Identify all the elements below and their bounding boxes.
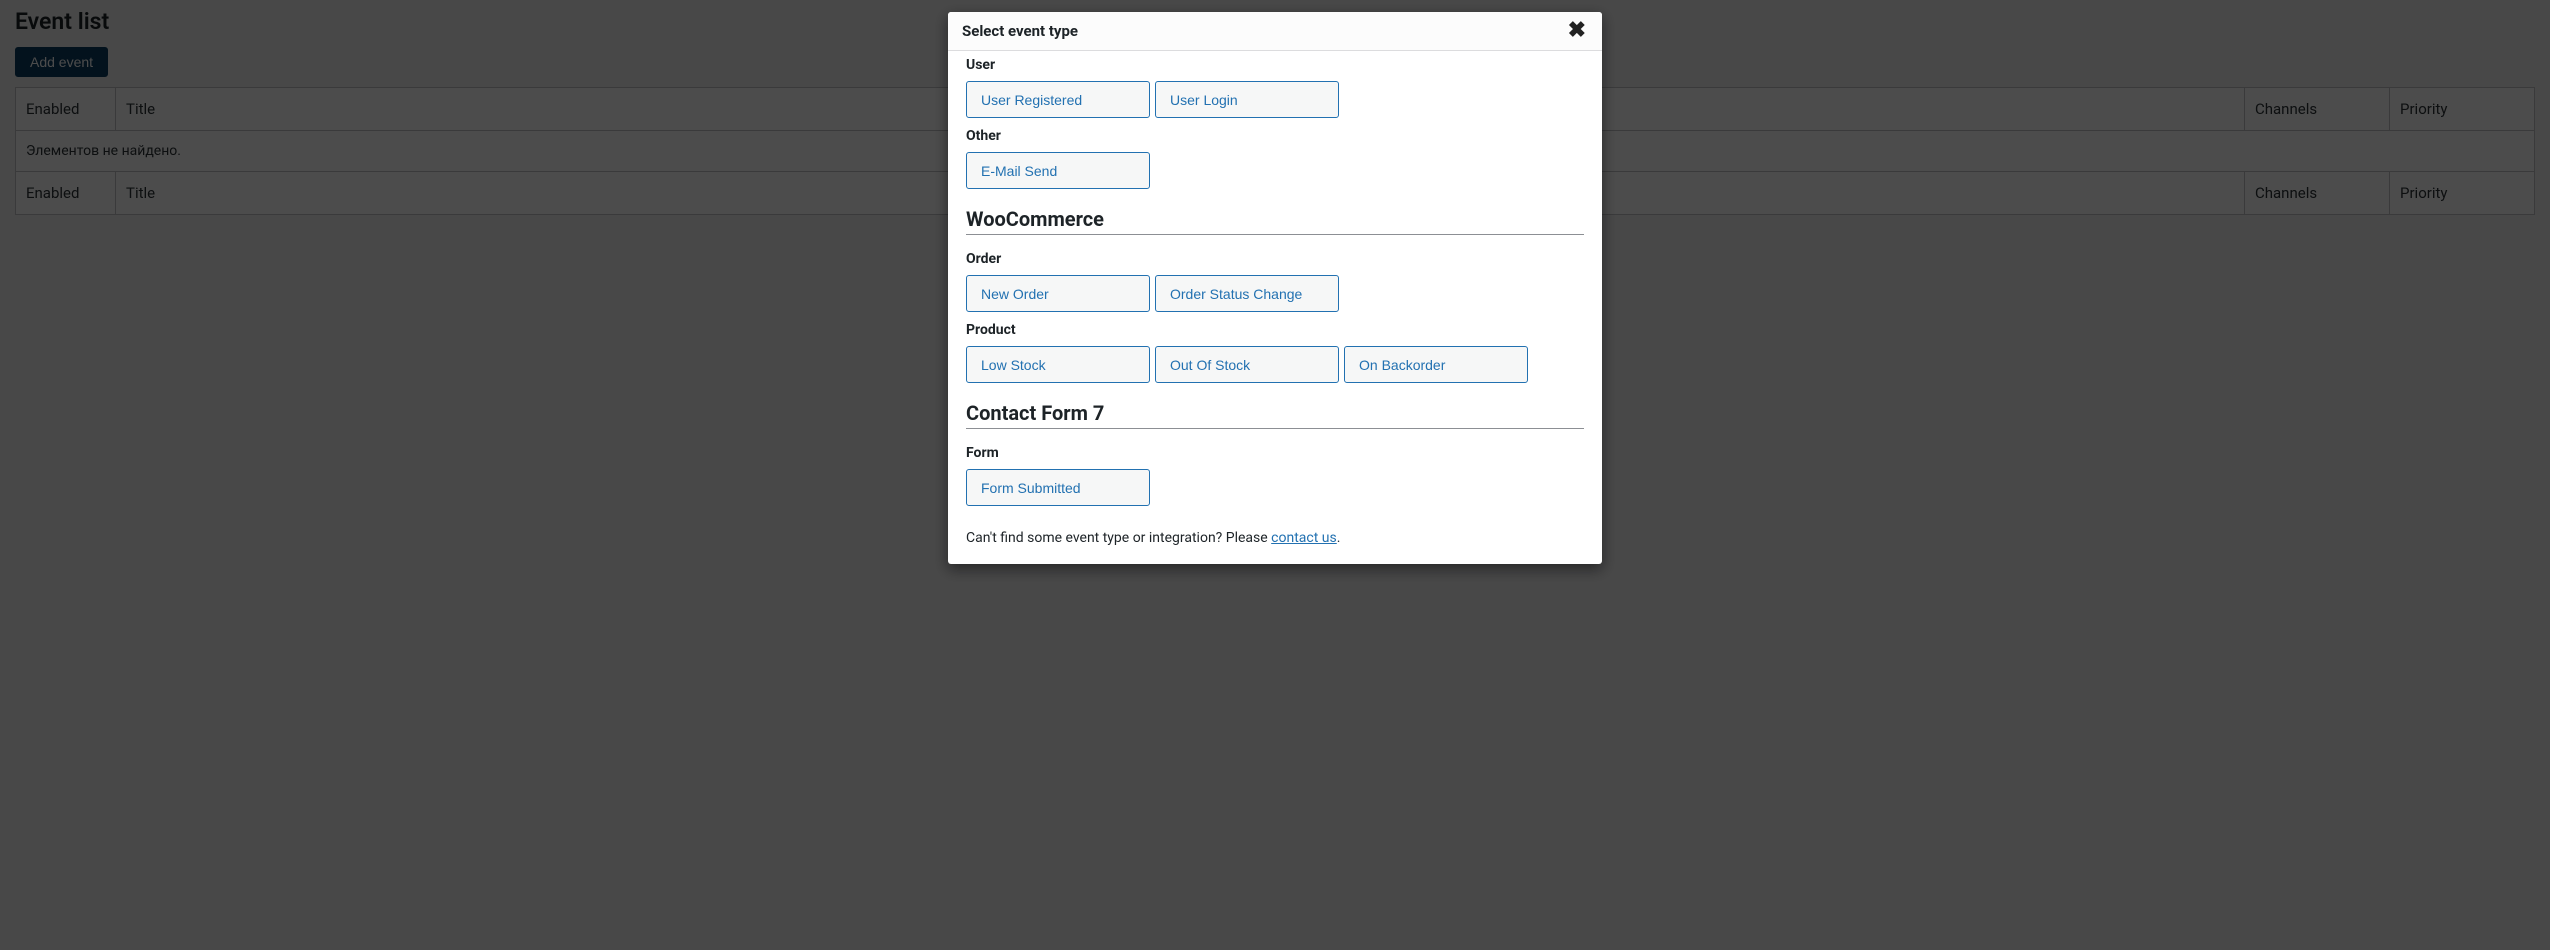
event-type-out-of-stock[interactable]: Out Of Stock bbox=[1155, 346, 1339, 383]
event-button-row: New OrderOrder Status Change bbox=[966, 275, 1584, 312]
event-type-e-mail-send[interactable]: E-Mail Send bbox=[966, 152, 1150, 189]
contact-us-link[interactable]: contact us bbox=[1271, 530, 1337, 546]
event-type-modal: Select event type ✖ User User RegisteredU… bbox=[948, 12, 1602, 564]
event-type-new-order[interactable]: New Order bbox=[966, 275, 1150, 312]
category-label-other: Other bbox=[966, 118, 1584, 144]
section-heading-contact-form-7: Contact Form 7 bbox=[966, 401, 1584, 429]
modal-footer-text: Can't find some event type or integratio… bbox=[966, 530, 1584, 546]
event-type-order-status-change[interactable]: Order Status Change bbox=[1155, 275, 1339, 312]
event-type-user-registered[interactable]: User Registered bbox=[966, 81, 1150, 118]
category-label-form: Form bbox=[966, 435, 1584, 461]
category-label-user: User bbox=[966, 51, 1584, 73]
section-heading-woocommerce: WooCommerce bbox=[966, 207, 1584, 235]
category-label-order: Order bbox=[966, 241, 1584, 267]
event-button-row: Form Submitted bbox=[966, 469, 1584, 506]
close-icon[interactable]: ✖ bbox=[1566, 20, 1588, 42]
event-button-row: User RegisteredUser Login bbox=[966, 81, 1584, 118]
modal-overlay[interactable]: Select event type ✖ User User RegisteredU… bbox=[0, 0, 2550, 950]
event-button-row: Low StockOut Of StockOn Backorder bbox=[966, 346, 1584, 383]
event-type-on-backorder[interactable]: On Backorder bbox=[1344, 346, 1528, 383]
event-type-user-login[interactable]: User Login bbox=[1155, 81, 1339, 118]
modal-title: Select event type bbox=[962, 22, 1078, 40]
event-type-low-stock[interactable]: Low Stock bbox=[966, 346, 1150, 383]
event-button-row: E-Mail Send bbox=[966, 152, 1584, 189]
category-label-product: Product bbox=[966, 312, 1584, 338]
event-type-form-submitted[interactable]: Form Submitted bbox=[966, 469, 1150, 506]
